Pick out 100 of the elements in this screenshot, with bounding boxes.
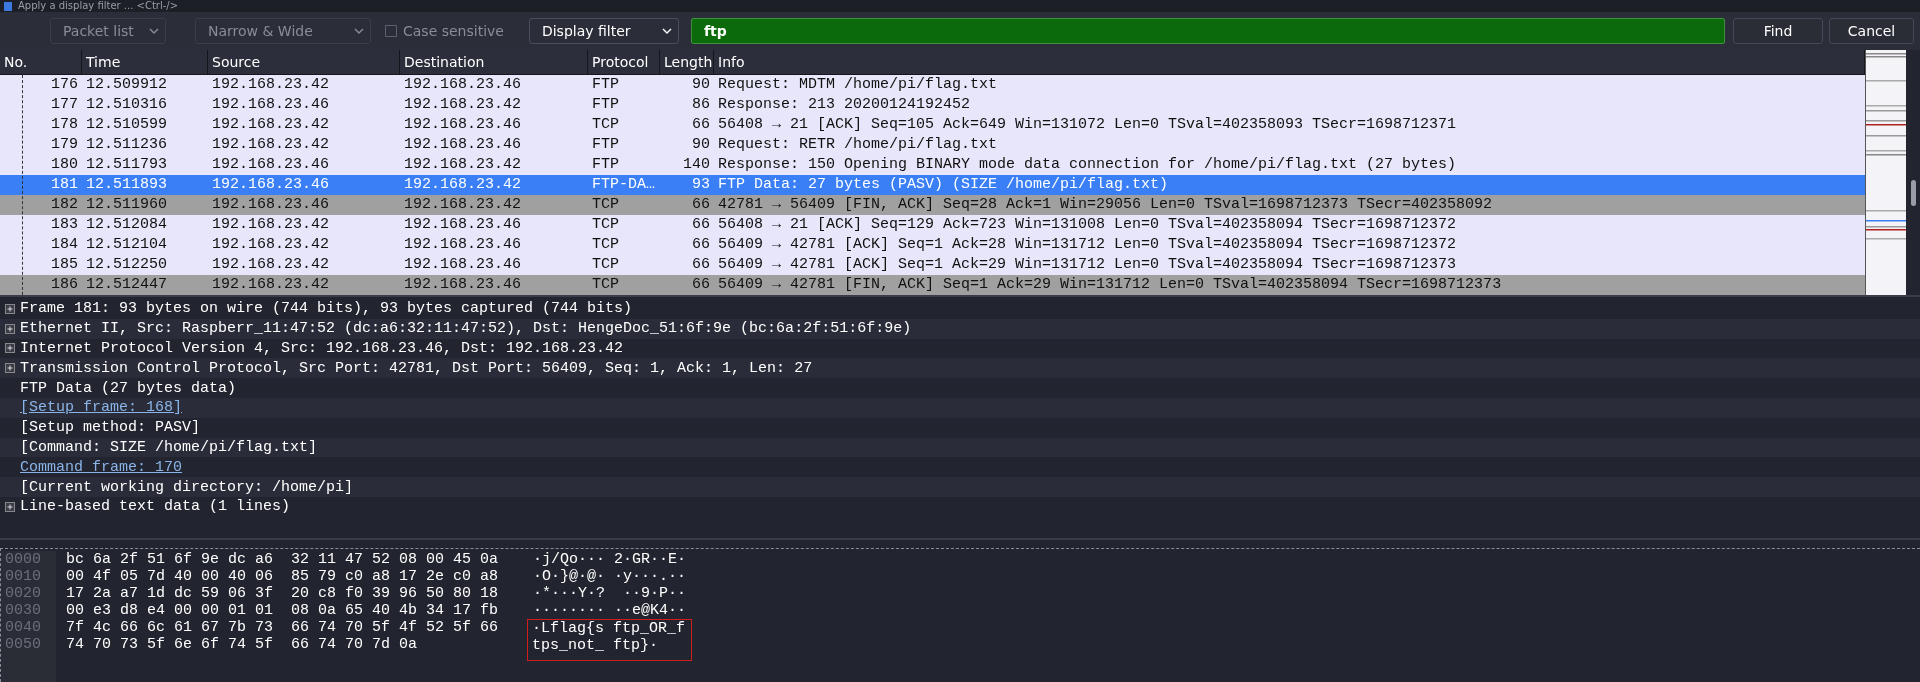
table-cell-text: 56408 → 21 [ACK] Seq=129 Ack=723 Win=131008 Len=0 TSval=402358094 TSecr=1698712372 bbox=[717, 215, 1458, 235]
table-cell-text: TCP bbox=[591, 215, 620, 235]
tree-item[interactable]: FTP Data (27 bytes data) bbox=[20, 379, 237, 397]
window-title: Apply a display filter ... <Ctrl-/> bbox=[18, 0, 179, 12]
table-cell-text: 12.512084 bbox=[85, 215, 168, 235]
byte-offset: 0050 bbox=[5, 636, 42, 653]
ascii-text: tps_not_ ftp}· bbox=[532, 637, 660, 654]
table-cell-text: 179 bbox=[50, 135, 79, 155]
table-cell-text: 12.511960 bbox=[85, 195, 168, 215]
packet-row[interactable]: 176 12.509912 192.168.23.42 192.168.23.46 FTP 90 Request: MDTM /home/pi/flag.txt bbox=[0, 75, 1865, 95]
packet-row[interactable]: 183 12.512084 192.168.23.42 192.168.23.46 TCP 66 56408 → 21 [ACK] Seq=129 Ack=723 Win=131008 Len=0 TSval=402358094 TSecr=1698712372 bbox=[0, 215, 1865, 235]
table-cell-text: 192.168.23.46 bbox=[211, 95, 331, 115]
frame-link[interactable]: Command frame: 170 bbox=[20, 458, 183, 476]
tree-item[interactable]: Frame 181: 93 bytes on wire (744 bits), 93 bytes captured (744 bits) bbox=[20, 300, 633, 318]
table-cell-text: 12.511893 bbox=[85, 175, 168, 195]
cancel-button[interactable]: Cancel bbox=[1829, 18, 1914, 44]
table-cell-text: 183 bbox=[50, 215, 79, 235]
column-header[interactable]: Destination bbox=[400, 50, 588, 74]
checkbox[interactable] bbox=[385, 25, 397, 37]
table-cell-text: FTP-DA… bbox=[591, 175, 656, 195]
table-cell-text: 192.168.23.42 bbox=[211, 275, 331, 295]
table-cell-text: 90 bbox=[691, 135, 711, 155]
expand-icon[interactable] bbox=[5, 363, 15, 374]
table-cell-text: 186 bbox=[50, 275, 79, 295]
table-cell-text: 192.168.23.42 bbox=[211, 75, 331, 95]
table-cell-text: 192.168.23.42 bbox=[211, 135, 331, 155]
table-cell-text: 181 bbox=[50, 175, 79, 195]
packet-list-dropdown[interactable]: Packet list bbox=[50, 18, 166, 44]
table-cell-text: 192.168.23.46 bbox=[403, 75, 523, 95]
hex-bytes: 7f 4c 66 6c 61 67 7b 73 66 74 70 5f 4f 52 5f 66 bbox=[66, 619, 496, 636]
table-cell-text: 192.168.23.42 bbox=[403, 155, 523, 175]
table-cell-text: 192.168.23.46 bbox=[403, 135, 523, 155]
packet-row[interactable]: 179 12.511236 192.168.23.42 192.168.23.46 FTP 90 Request: RETR /home/pi/flag.txt bbox=[0, 135, 1865, 155]
table-cell-text: Request: MDTM /home/pi/flag.txt bbox=[717, 75, 999, 95]
table-cell-text: 177 bbox=[50, 95, 79, 115]
table-cell-text: 66 bbox=[691, 115, 711, 135]
table-cell-text: TCP bbox=[591, 275, 620, 295]
table-cell-text: 90 bbox=[691, 75, 711, 95]
packet-row[interactable]: 177 12.510316 192.168.23.46 192.168.23.42 FTP 86 Response: 213 20200124192452 bbox=[0, 95, 1865, 115]
table-cell-text: Request: RETR /home/pi/flag.txt bbox=[717, 135, 999, 155]
packet-row[interactable]: 178 12.510599 192.168.23.42 192.168.23.46 TCP 66 56408 → 21 [ACK] Seq=105 Ack=649 Win=131072 Len=0 TSval=402358093 TSecr=1698712371 bbox=[0, 115, 1865, 135]
packet-row[interactable]: 181 12.511893 192.168.23.46 192.168.23.42 FTP-DA… 93 FTP Data: 27 bytes (PASV) (SIZE /home/pi/flag.txt) bbox=[0, 175, 1865, 195]
table-cell-text: 192.168.23.46 bbox=[211, 175, 331, 195]
packet-row[interactable]: 180 12.511793 192.168.23.46 192.168.23.42 FTP 140 Response: 150 Opening BINARY mode data connection for /home/pi/flag.txt (27 bytes) bbox=[0, 155, 1865, 175]
expand-icon[interactable] bbox=[5, 323, 15, 334]
table-cell-text: 56409 → 42781 [ACK] Seq=1 Ack=29 Win=131712 Len=0 TSval=402358094 TSecr=1698712373 bbox=[717, 255, 1458, 275]
ascii-text: ·*···Y·? ··9·P·· bbox=[533, 585, 687, 602]
table-cell-text: 56409 → 42781 [FIN, ACK] Seq=1 Ack=29 Win=131712 Len=0 TSval=402358094 TSecr=1698712373 bbox=[717, 275, 1503, 295]
table-cell-text: TCP bbox=[591, 235, 620, 255]
table-cell-text: 192.168.23.42 bbox=[211, 115, 331, 135]
column-header[interactable]: Time bbox=[82, 50, 208, 74]
scrollbar-thumb[interactable] bbox=[1911, 180, 1916, 206]
character-width-dropdown[interactable]: Narrow & Wide bbox=[195, 18, 371, 44]
table-cell-text: 93 bbox=[691, 175, 711, 195]
caret-icon bbox=[354, 28, 364, 34]
tree-item[interactable]: [Setup method: PASV] bbox=[20, 419, 201, 437]
search-field[interactable]: ftp bbox=[690, 18, 1725, 44]
table-cell-text: 12.509912 bbox=[85, 75, 168, 95]
search-type-dropdown[interactable]: Display filter bbox=[528, 18, 679, 44]
column-header[interactable]: No. bbox=[0, 50, 82, 74]
table-cell-text: TCP bbox=[591, 195, 620, 215]
table-cell-text: TCP bbox=[591, 255, 620, 275]
tree-item[interactable]: Line-based text data (1 lines) bbox=[20, 498, 291, 516]
find-button[interactable]: Find bbox=[1733, 18, 1823, 44]
table-cell-text: 12.510316 bbox=[85, 95, 168, 115]
table-cell-text: 192.168.23.46 bbox=[211, 195, 331, 215]
table-cell-text: Response: 150 Opening BINARY mode data connection for /home/pi/flag.txt (27 bytes) bbox=[717, 155, 1458, 175]
table-cell-text: 185 bbox=[50, 255, 79, 275]
byte-offset: 0040 bbox=[5, 619, 42, 636]
byte-offset: 0030 bbox=[5, 602, 42, 619]
table-cell-text: 192.168.23.42 bbox=[211, 215, 331, 235]
frame-link[interactable]: [Setup frame: 168] bbox=[20, 399, 183, 417]
packet-row[interactable]: 186 12.512447 192.168.23.42 192.168.23.46 TCP 66 56409 → 42781 [FIN, ACK] Seq=1 Ack=29 Win=131712 Len=0 TSval=402358094 TSecr=1698712373 bbox=[0, 275, 1865, 295]
column-header[interactable]: Source bbox=[208, 50, 400, 74]
hex-bytes: 00 e3 d8 e4 00 00 01 01 08 0a 65 40 4b 34 17 fb bbox=[66, 602, 496, 619]
column-header[interactable]: Protocol bbox=[588, 50, 660, 74]
column-header[interactable]: Length bbox=[660, 50, 714, 74]
table-cell-text: 56408 → 21 [ACK] Seq=105 Ack=649 Win=131072 Len=0 TSval=402358093 TSecr=1698712371 bbox=[717, 115, 1458, 135]
tree-item[interactable]: [Command: SIZE /home/pi/flag.txt] bbox=[20, 438, 318, 456]
table-cell-text: 12.510599 bbox=[85, 115, 168, 135]
table-cell-text: 12.511793 bbox=[85, 155, 168, 175]
table-cell-text: 66 bbox=[691, 195, 711, 215]
packet-row[interactable]: 184 12.512104 192.168.23.42 192.168.23.46 TCP 66 56409 → 42781 [ACK] Seq=1 Ack=28 Win=131712 Len=0 TSval=402358094 TSecr=1698712372 bbox=[0, 235, 1865, 255]
table-cell-text: 178 bbox=[50, 115, 79, 135]
caret-icon bbox=[149, 28, 159, 34]
table-cell-text: 192.168.23.46 bbox=[403, 215, 523, 235]
expand-icon[interactable] bbox=[5, 343, 15, 354]
expand-icon[interactable] bbox=[5, 501, 15, 512]
packet-row[interactable]: 182 12.511960 192.168.23.46 192.168.23.42 TCP 66 42781 → 56409 [FIN, ACK] Seq=28 Ack=1 Win=29056 Len=0 TSval=1698712373 TSecr=402358092 bbox=[0, 195, 1865, 215]
packet-row[interactable]: 185 12.512250 192.168.23.42 192.168.23.46 TCP 66 56409 → 42781 [ACK] Seq=1 Ack=29 Win=131712 Len=0 TSval=402358094 TSecr=1698712373 bbox=[0, 255, 1865, 275]
table-cell-text: 192.168.23.46 bbox=[403, 275, 523, 295]
byte-offset: 0000 bbox=[5, 551, 42, 568]
table-cell-text: FTP bbox=[591, 75, 620, 95]
tree-item[interactable]: Internet Protocol Version 4, Src: 192.168.23.46, Dst: 192.168.23.42 bbox=[20, 340, 624, 357]
table-cell-text: Response: 213 20200124192452 bbox=[717, 95, 972, 115]
table-cell-text: 66 bbox=[691, 255, 711, 275]
table-cell-text: 176 bbox=[50, 75, 79, 95]
tree-item[interactable]: [Current working directory: /home/pi] bbox=[20, 478, 354, 496]
table-cell-text: 12.511236 bbox=[85, 135, 168, 155]
expand-icon[interactable] bbox=[5, 303, 15, 314]
